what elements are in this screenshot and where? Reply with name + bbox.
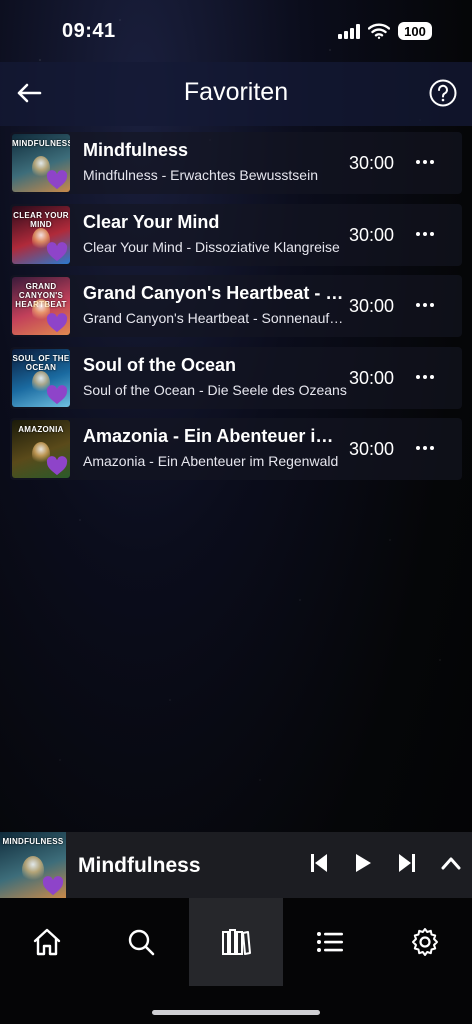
home-indicator	[152, 1010, 320, 1015]
cover-label: AMAZONIA	[18, 425, 64, 434]
more-options-button[interactable]	[412, 222, 438, 246]
cellular-signal-icon	[338, 23, 360, 39]
search-icon	[128, 929, 155, 956]
track-cover[interactable]: AMAZONIA	[12, 420, 70, 478]
heart-icon	[46, 456, 68, 476]
heart-icon	[46, 241, 68, 261]
tab-home[interactable]	[0, 898, 94, 986]
track-duration: 30:00	[349, 367, 395, 388]
status-time: 09:41	[62, 20, 116, 42]
favorite-row[interactable]: AMAZONIA Amazonia - Ein Abenteuer im Reg…	[10, 418, 462, 480]
track-cover[interactable]: CLEAR YOUR MIND	[12, 205, 70, 264]
more-dots-icon	[416, 231, 420, 236]
track-duration: 30:00	[349, 439, 395, 459]
track-title: Amazonia - Ein Abenteuer im Regenwald	[83, 426, 345, 446]
tab-search[interactable]	[94, 898, 188, 986]
next-button[interactable]	[396, 850, 418, 876]
track-title: Grand Canyon's Heartbeat - Sonnenaufgang	[83, 283, 345, 303]
track-subtitle: Soul of the Ocean - Die Seele des Ozeans	[83, 381, 347, 398]
page-title: Favoriten	[183, 78, 289, 106]
track-cover[interactable]: GRAND CANYON'S HEARTBEAT	[12, 277, 70, 335]
help-button[interactable]	[428, 78, 458, 108]
mini-cover-label: MINDFULNESS	[2, 837, 64, 846]
mini-player-controls	[308, 850, 462, 876]
track-title: Mindfulness	[83, 140, 189, 160]
skip-back-icon	[311, 854, 327, 872]
heart-icon	[46, 384, 68, 404]
favorite-row[interactable]: GRAND CANYON'S HEARTBEAT Grand Canyon's …	[10, 275, 462, 337]
skip-forward-icon	[399, 854, 415, 872]
previous-button[interactable]	[308, 850, 330, 876]
mini-player-cover[interactable]: MINDFULNESS	[0, 832, 66, 898]
favorite-row[interactable]: MINDFULNESS Mindfulness Mindfulness - Er…	[10, 132, 462, 194]
favorite-row[interactable]: CLEAR YOUR MIND Clear Your Mind Clear Yo…	[10, 203, 462, 266]
tab-bar	[0, 898, 472, 1024]
play-button[interactable]	[352, 850, 374, 876]
tab-playlists[interactable]	[283, 898, 377, 986]
list-icon	[317, 932, 343, 952]
track-subtitle: Amazonia - Ein Abenteuer im Regenwald	[83, 453, 339, 469]
gear-icon	[412, 928, 438, 956]
chevron-up-icon	[441, 857, 461, 870]
more-options-button[interactable]	[412, 436, 438, 460]
track-duration: 30:00	[349, 224, 395, 245]
heart-icon	[42, 876, 64, 896]
cover-label: MINDFULNESS	[12, 139, 70, 148]
more-options-button[interactable]	[412, 365, 438, 389]
track-subtitle: Mindfulness - Erwachtes Bewusstsein	[83, 167, 318, 183]
track-cover[interactable]: MINDFULNESS	[12, 134, 70, 192]
library-books-icon	[222, 929, 251, 955]
track-subtitle: Clear Your Mind - Dissoziative Klangreis…	[83, 238, 340, 255]
heart-icon	[46, 313, 68, 333]
more-options-button[interactable]	[412, 150, 438, 174]
expand-player-button[interactable]	[440, 850, 462, 876]
favorite-row[interactable]: SOUL OF THE OCEAN Soul of the Ocean Soul…	[10, 346, 462, 409]
tab-library[interactable]	[189, 898, 283, 986]
battery-indicator: 100	[398, 22, 432, 40]
header-bar: Favoriten	[0, 62, 472, 126]
play-icon	[356, 854, 371, 872]
track-duration: 30:00	[349, 296, 395, 316]
home-icon	[33, 928, 61, 956]
mini-player-title: Mindfulness	[78, 854, 201, 877]
more-dots-icon	[416, 303, 420, 307]
question-circle-icon	[429, 79, 457, 107]
more-dots-icon	[416, 160, 420, 164]
status-bar: 09:41 100	[0, 0, 472, 62]
more-dots-icon	[416, 374, 420, 379]
track-title: Soul of the Ocean	[83, 354, 237, 375]
favorites-list: MINDFULNESS Mindfulness Mindfulness - Er…	[10, 132, 462, 490]
cover-label: CLEAR YOUR MIND	[13, 210, 69, 229]
status-icons: 100	[338, 22, 432, 40]
cover-label: SOUL OF THE OCEAN	[12, 353, 70, 372]
meditation-figure	[22, 856, 44, 884]
track-cover[interactable]: SOUL OF THE OCEAN	[12, 348, 70, 407]
tab-settings[interactable]	[378, 898, 472, 986]
heart-icon	[46, 170, 68, 190]
mini-player[interactable]: MINDFULNESS Mindfulness	[0, 832, 472, 898]
track-duration: 30:00	[349, 153, 395, 173]
wifi-icon	[368, 23, 390, 39]
more-dots-icon	[416, 446, 420, 450]
track-title: Clear Your Mind	[83, 211, 220, 232]
track-subtitle: Grand Canyon's Heartbeat - Sonnenaufgang	[83, 310, 349, 326]
more-options-button[interactable]	[412, 293, 438, 317]
